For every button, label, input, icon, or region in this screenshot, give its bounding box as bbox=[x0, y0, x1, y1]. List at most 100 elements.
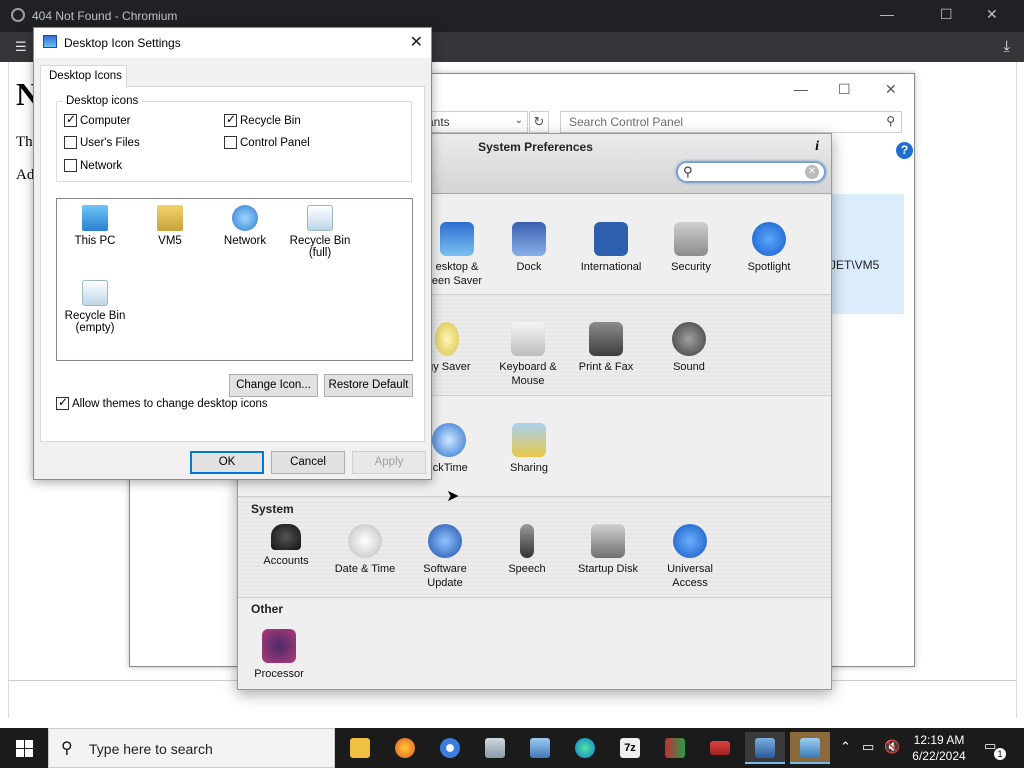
help-icon[interactable]: ? bbox=[896, 142, 913, 159]
info-icon[interactable]: i bbox=[815, 139, 819, 155]
maximize-icon[interactable]: ☐ bbox=[838, 81, 851, 98]
close-icon[interactable]: ✕ bbox=[410, 32, 423, 52]
network-checkbox[interactable]: Network bbox=[64, 159, 122, 172]
checkbox-box[interactable] bbox=[64, 136, 77, 149]
dock-icon bbox=[512, 222, 546, 256]
sp-item-processor[interactable]: Processor bbox=[238, 629, 324, 681]
control-panel-checkbox[interactable]: Control Panel bbox=[224, 136, 310, 149]
taskbar-app-red[interactable] bbox=[700, 732, 740, 764]
sp-item-startup-disk[interactable]: Startup Disk bbox=[563, 524, 653, 576]
recycle-bin-checkbox[interactable]: Recycle Bin bbox=[224, 112, 301, 127]
icon-vm5[interactable]: VM5 bbox=[130, 205, 210, 247]
taskbar-clock[interactable]: 12:19 AM 6/22/2024 bbox=[907, 732, 971, 764]
restore-default-button[interactable]: Restore Default bbox=[324, 374, 413, 397]
maximize-icon[interactable]: ☐ bbox=[940, 6, 953, 23]
sp-item-international[interactable]: International bbox=[566, 222, 656, 274]
minimize-icon[interactable]: — bbox=[794, 81, 808, 97]
address-bar[interactable]: ants ⌄ bbox=[422, 111, 528, 133]
taskbar-chromium[interactable] bbox=[430, 732, 470, 764]
icon-recycle-bin-empty[interactable]: Recycle Bin (empty) bbox=[55, 280, 135, 334]
clear-icon[interactable]: ✕ bbox=[805, 165, 819, 179]
apply-button[interactable]: Apply bbox=[352, 451, 426, 474]
checkbox-box[interactable] bbox=[64, 112, 77, 127]
spotlight-icon bbox=[752, 222, 786, 256]
taskbar-7zip[interactable]: 7z bbox=[610, 732, 650, 764]
chevron-up-icon[interactable]: ⌃ bbox=[840, 739, 851, 755]
sp-item-sound[interactable]: Sound bbox=[644, 322, 734, 374]
volume-muted-icon[interactable]: 🔇 bbox=[884, 739, 900, 755]
checkbox-box[interactable] bbox=[224, 112, 237, 127]
taskbar: ⚲ Type here to search 7z ⌃ ▭ 🔇 12:19 AM … bbox=[0, 728, 1024, 768]
user-label: JET\VM5 bbox=[830, 258, 880, 272]
taskbar-active-app[interactable] bbox=[790, 732, 830, 764]
sp-item-sharing[interactable]: Sharing bbox=[484, 423, 574, 475]
close-icon[interactable]: ✕ bbox=[986, 6, 998, 23]
item-label: Print & Fax bbox=[578, 361, 634, 373]
item-label: Universal bbox=[667, 563, 713, 575]
allow-themes-checkbox[interactable]: Allow themes to change desktop icons bbox=[56, 395, 268, 410]
spotlight-search-input[interactable]: ⚲ ✕ bbox=[676, 161, 826, 183]
icon-label: VM5 bbox=[158, 235, 182, 247]
sp-item-print-fax[interactable]: Print & Fax bbox=[561, 322, 651, 374]
page-text: Th bbox=[16, 134, 33, 150]
taskbar-control-panel[interactable] bbox=[475, 732, 515, 764]
sp-item-software-update[interactable]: Software Update bbox=[400, 524, 490, 590]
taskbar-network-app[interactable] bbox=[520, 732, 560, 764]
selected-item[interactable] bbox=[820, 194, 904, 314]
sp-item-spotlight[interactable]: Spotlight bbox=[724, 222, 814, 274]
chevron-down-icon[interactable]: ⌄ bbox=[515, 115, 523, 126]
users-files-checkbox[interactable]: User's Files bbox=[64, 136, 140, 149]
taskbar-edge[interactable] bbox=[565, 732, 605, 764]
dialog-title: Desktop Icon Settings bbox=[64, 36, 181, 50]
checkbox-box[interactable] bbox=[224, 136, 237, 149]
minimize-icon[interactable]: — bbox=[880, 6, 894, 22]
taskbar-search-input[interactable]: ⚲ Type here to search bbox=[48, 728, 335, 768]
download-icon[interactable]: ⤓ bbox=[1003, 38, 1010, 55]
window-title: 404 Not Found - Chromium bbox=[32, 9, 178, 23]
icon-network[interactable]: Network bbox=[205, 205, 285, 247]
start-button[interactable] bbox=[0, 728, 48, 768]
change-icon-button[interactable]: Change Icon... bbox=[229, 374, 318, 397]
network-tray-icon[interactable]: ▭ bbox=[862, 739, 874, 755]
desktop-icons-list[interactable]: This PC VM5 Network Recycle Bin (full) R… bbox=[56, 198, 413, 361]
chromium-icon bbox=[440, 738, 460, 758]
item-label: Security bbox=[671, 261, 711, 273]
desktop-icon-settings-dialog: Desktop Icon Settings ✕ Desktop Icons De… bbox=[33, 27, 432, 480]
desktop-settings-icon bbox=[43, 35, 57, 48]
tab-panel: Desktop icons Computer Recycle Bin User'… bbox=[40, 86, 425, 442]
sp-item-keyboard-mouse[interactable]: Keyboard & Mouse bbox=[483, 322, 573, 388]
sp-item-speech[interactable]: Speech bbox=[482, 524, 572, 576]
ok-button[interactable]: OK bbox=[190, 451, 264, 474]
item-label: Processor bbox=[254, 668, 304, 680]
checkbox-label: Recycle Bin bbox=[240, 114, 301, 127]
icon-this-pc[interactable]: This PC bbox=[55, 205, 135, 247]
page-info-icon[interactable]: ☰ bbox=[15, 39, 27, 55]
sp-item-universal-access[interactable]: Universal Access bbox=[645, 524, 735, 590]
sp-item-date-time[interactable]: Date & Time bbox=[320, 524, 410, 576]
search-input[interactable]: Search Control Panel ⚲ bbox=[560, 111, 902, 133]
file-explorer-icon bbox=[350, 738, 370, 758]
search-placeholder: Search Control Panel bbox=[569, 115, 684, 129]
windows-logo-icon bbox=[25, 740, 33, 748]
sp-item-dock[interactable]: Dock bbox=[484, 222, 574, 274]
checkbox-box[interactable] bbox=[56, 395, 69, 410]
tab-desktop-icons[interactable]: Desktop Icons bbox=[40, 65, 127, 87]
taskbar-system-preferences[interactable] bbox=[745, 732, 785, 764]
clock-icon bbox=[348, 524, 382, 558]
cancel-button[interactable]: Cancel bbox=[271, 451, 345, 474]
lightbulb-icon bbox=[435, 322, 459, 356]
refresh-button[interactable]: ↻ bbox=[529, 111, 549, 133]
taskbar-file-explorer[interactable] bbox=[340, 732, 380, 764]
icon-label: (empty) bbox=[75, 322, 115, 334]
sp-item-security[interactable]: Security bbox=[646, 222, 736, 274]
checkbox-box[interactable] bbox=[64, 159, 77, 172]
close-icon[interactable]: ✕ bbox=[885, 81, 897, 98]
app-icon bbox=[665, 738, 685, 758]
taskbar-firefox[interactable] bbox=[385, 732, 425, 764]
sp-item-accounts[interactable]: Accounts bbox=[241, 524, 331, 568]
icon-recycle-bin-full[interactable]: Recycle Bin (full) bbox=[280, 205, 360, 259]
computer-checkbox[interactable]: Computer bbox=[64, 112, 131, 127]
control-panel-icon bbox=[485, 738, 505, 758]
taskbar-app[interactable] bbox=[655, 732, 695, 764]
user-folder-icon bbox=[157, 205, 183, 231]
